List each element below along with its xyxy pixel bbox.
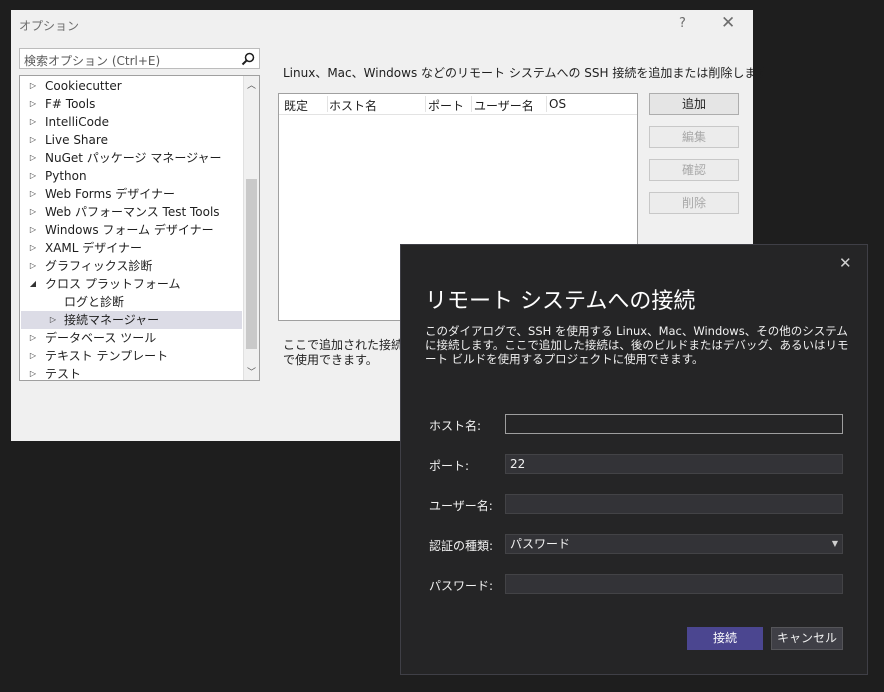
remove-button[interactable]: 削除 bbox=[649, 192, 739, 214]
tree-item-windows-forms-designer[interactable]: ▷ Windows フォーム デザイナー bbox=[21, 221, 242, 239]
expand-icon bbox=[47, 293, 59, 311]
expand-icon[interactable]: ▷ bbox=[27, 221, 39, 239]
tree-item-web-performance[interactable]: ▷ Web パフォーマンス Test Tools bbox=[21, 203, 242, 221]
dialog-title: リモート システムへの接続 bbox=[425, 289, 696, 314]
scroll-thumb[interactable] bbox=[246, 179, 257, 349]
tree-item-label: Web パフォーマンス Test Tools bbox=[45, 205, 220, 219]
tree-item-label: NuGet パッケージ マネージャー bbox=[45, 151, 222, 165]
search-placeholder: 検索オプション (Ctrl+E) bbox=[24, 54, 161, 68]
expand-icon[interactable]: ▷ bbox=[27, 365, 39, 380]
tree-item-cross-platform[interactable]: ◢ クロス プラットフォーム bbox=[21, 275, 242, 293]
tree-item-nuget[interactable]: ▷ NuGet パッケージ マネージャー bbox=[21, 149, 242, 167]
tree-item-test[interactable]: ▷ テスト bbox=[21, 365, 242, 381]
tree-item-web-forms-designer[interactable]: ▷ Web Forms デザイナー bbox=[21, 185, 242, 203]
tree-item-xaml-designer[interactable]: ▷ XAML デザイナー bbox=[21, 239, 242, 257]
search-icon[interactable] bbox=[240, 51, 256, 67]
scroll-down-icon[interactable]: ﹀ bbox=[246, 365, 257, 378]
options-tree: ▷ Cookiecutter ▷ F# Tools ▷ IntelliCode … bbox=[19, 75, 260, 381]
expand-icon[interactable]: ▷ bbox=[27, 347, 39, 365]
cancel-button[interactable]: キャンセル bbox=[771, 627, 843, 650]
add-button[interactable]: 追加 bbox=[649, 93, 739, 115]
tree-item-live-share[interactable]: ▷ Live Share bbox=[21, 131, 242, 149]
username-input[interactable] bbox=[505, 494, 843, 514]
expand-icon[interactable]: ▷ bbox=[27, 257, 39, 275]
tree-item-label: Windows フォーム デザイナー bbox=[45, 223, 214, 237]
column-divider[interactable] bbox=[546, 96, 547, 112]
connections-description: Linux、Mac、Windows などのリモート システムへの SSH 接続を… bbox=[283, 66, 773, 80]
expand-icon[interactable]: ▷ bbox=[27, 185, 39, 203]
tree-item-label: Live Share bbox=[45, 133, 108, 147]
tree-item-fsharp-tools[interactable]: ▷ F# Tools bbox=[21, 95, 242, 113]
expand-icon[interactable]: ▷ bbox=[27, 77, 39, 95]
column-header-hostname[interactable]: ホスト名 bbox=[329, 97, 377, 114]
tree-item-label: 接続マネージャー bbox=[64, 313, 160, 327]
expand-icon[interactable]: ▷ bbox=[27, 203, 39, 221]
password-input[interactable] bbox=[505, 574, 843, 594]
tree-item-label: クロス プラットフォーム bbox=[45, 277, 181, 291]
column-divider[interactable] bbox=[425, 96, 426, 112]
tree-item-text-templates[interactable]: ▷ テキスト テンプレート bbox=[21, 347, 242, 365]
tree-scrollbar[interactable]: ︿ ﹀ bbox=[243, 76, 259, 380]
expand-icon[interactable]: ▷ bbox=[27, 149, 39, 167]
column-header-os[interactable]: OS bbox=[549, 97, 566, 111]
tree-item-graphics-diagnostics[interactable]: ▷ グラフィックス診断 bbox=[21, 257, 242, 275]
options-title: オプション bbox=[19, 19, 80, 33]
tree-item-python[interactable]: ▷ Python bbox=[21, 167, 242, 185]
tree-item-label: Cookiecutter bbox=[45, 79, 122, 93]
host-label: ホスト名: bbox=[429, 419, 482, 433]
tree-item-label: テスト bbox=[45, 367, 82, 381]
auth-type-value: パスワード bbox=[510, 537, 571, 551]
column-header-port[interactable]: ポート bbox=[428, 97, 464, 114]
auth-type-label: 認証の種類: bbox=[429, 539, 494, 553]
expand-icon[interactable]: ▷ bbox=[47, 311, 59, 329]
expand-icon[interactable]: ▷ bbox=[27, 167, 39, 185]
tree-item-logging-diagnostics[interactable]: ログと診断 bbox=[21, 293, 242, 311]
tree-item-label: F# Tools bbox=[45, 97, 96, 111]
verify-button[interactable]: 確認 bbox=[649, 159, 739, 181]
collapse-icon[interactable]: ◢ bbox=[27, 275, 39, 293]
search-input[interactable]: 検索オプション (Ctrl+E) bbox=[19, 48, 260, 69]
tree-item-label: Python bbox=[45, 169, 87, 183]
port-input[interactable]: 22 bbox=[505, 454, 843, 474]
connect-button[interactable]: 接続 bbox=[687, 627, 763, 650]
expand-icon[interactable]: ▷ bbox=[27, 329, 39, 347]
dropdown-arrow-icon[interactable]: ▼ bbox=[832, 535, 838, 553]
column-header-username[interactable]: ユーザー名 bbox=[474, 97, 534, 114]
tree-item-label: IntelliCode bbox=[45, 115, 109, 129]
column-divider[interactable] bbox=[327, 96, 328, 112]
auth-type-dropdown[interactable]: パスワード ▼ bbox=[505, 534, 843, 554]
grid-header: 既定 ホスト名 ポート ユーザー名 OS bbox=[279, 94, 637, 115]
tree-item-label: Web Forms デザイナー bbox=[45, 187, 176, 201]
tree-item-connection-manager[interactable]: ▷ 接続マネージャー bbox=[21, 311, 242, 329]
edit-button[interactable]: 編集 bbox=[649, 126, 739, 148]
help-button[interactable]: ? bbox=[679, 16, 686, 31]
tree-item-database-tools[interactable]: ▷ データベース ツール bbox=[21, 329, 242, 347]
tree-item-label: ログと診断 bbox=[64, 295, 125, 309]
tree-item-label: テキスト テンプレート bbox=[45, 349, 169, 363]
connect-remote-dialog: ✕ リモート システムへの接続 このダイアログで、SSH を使用する Linux… bbox=[400, 244, 868, 675]
port-label: ポート: bbox=[429, 459, 470, 473]
close-icon[interactable]: ✕ bbox=[839, 254, 852, 272]
expand-icon[interactable]: ▷ bbox=[27, 239, 39, 257]
tree-item-cookiecutter[interactable]: ▷ Cookiecutter bbox=[21, 77, 242, 95]
expand-icon[interactable]: ▷ bbox=[27, 95, 39, 113]
scroll-up-icon[interactable]: ︿ bbox=[246, 78, 257, 91]
tree-item-intellicode[interactable]: ▷ IntelliCode bbox=[21, 113, 242, 131]
expand-icon[interactable]: ▷ bbox=[27, 131, 39, 149]
column-divider[interactable] bbox=[471, 96, 472, 112]
password-label: パスワード: bbox=[429, 579, 494, 593]
options-titlebar: オプション ? ✕ bbox=[11, 10, 753, 40]
tree-item-label: XAML デザイナー bbox=[45, 241, 143, 255]
username-label: ユーザー名: bbox=[429, 499, 493, 513]
tree-item-label: データベース ツール bbox=[45, 331, 157, 345]
column-header-default[interactable]: 既定 bbox=[284, 97, 308, 114]
tree-item-label: グラフィックス診断 bbox=[45, 259, 153, 273]
close-button[interactable]: ✕ bbox=[721, 13, 735, 33]
dialog-description: このダイアログで、SSH を使用する Linux、Mac、Windows、その他… bbox=[425, 324, 849, 366]
expand-icon[interactable]: ▷ bbox=[27, 113, 39, 131]
host-input[interactable] bbox=[505, 414, 843, 434]
